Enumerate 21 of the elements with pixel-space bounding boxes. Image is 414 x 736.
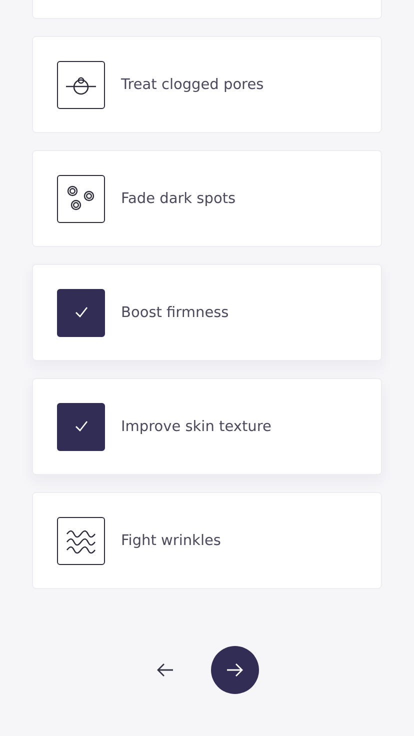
arrow-right-icon — [225, 662, 245, 678]
next-button[interactable] — [211, 646, 259, 694]
option-label: Treat clogged pores — [121, 76, 264, 92]
option-card[interactable]: Fight wrinkles — [32, 492, 382, 589]
checkbox[interactable] — [57, 402, 105, 450]
checkbox[interactable] — [57, 174, 105, 222]
option-card[interactable]: Boost firmness — [32, 264, 382, 361]
option-label: Fight wrinkles — [121, 532, 221, 548]
checkbox[interactable] — [57, 288, 105, 336]
option-card[interactable]: Treat clogged pores — [32, 36, 382, 133]
option-label: Boost firmness — [121, 304, 229, 320]
checkbox[interactable] — [57, 60, 105, 108]
arrow-left-icon — [155, 662, 175, 678]
back-button[interactable] — [155, 662, 175, 678]
option-card[interactable]: Fade dark spots — [32, 150, 382, 247]
checkbox[interactable] — [57, 516, 105, 564]
check-icon — [74, 421, 88, 432]
option-label: Improve skin texture — [121, 418, 272, 434]
option-card[interactable]: Improve skin texture — [32, 378, 382, 475]
option-label: Fade dark spots — [121, 190, 236, 206]
check-icon — [74, 307, 88, 318]
